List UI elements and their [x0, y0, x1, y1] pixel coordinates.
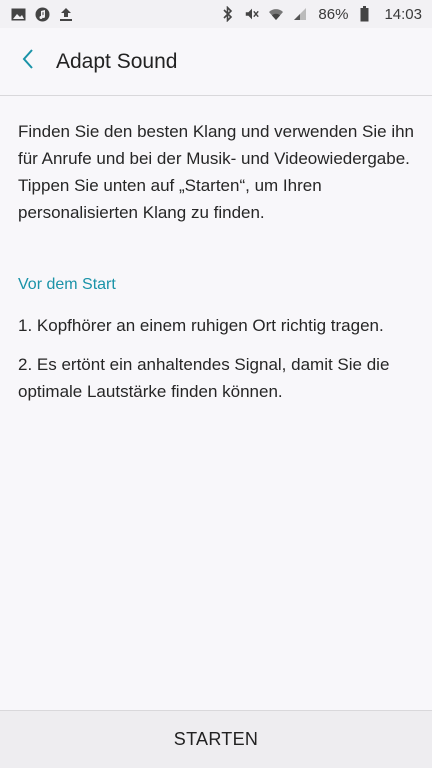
app-bar: Adapt Sound	[0, 28, 432, 96]
battery-icon	[356, 6, 372, 22]
upload-icon	[58, 6, 74, 22]
clock: 14:03	[384, 5, 422, 23]
bluetooth-icon	[220, 6, 236, 22]
status-bar: 86% 14:03	[0, 0, 432, 28]
status-right-icons: 86% 14:03	[220, 6, 422, 23]
back-button[interactable]	[16, 44, 40, 80]
chevron-left-icon	[21, 48, 35, 75]
signal-icon	[292, 6, 308, 22]
main-content: Finden Sie den besten Klang und verwende…	[0, 96, 432, 405]
start-button[interactable]: STARTEN	[174, 729, 258, 750]
step-item: 2. Es ertönt ein anhaltendes Signal, dam…	[18, 355, 390, 401]
step-item: 1. Kopfhörer an einem ruhigen Ort richti…	[18, 316, 384, 335]
page-title: Adapt Sound	[56, 49, 178, 73]
battery-percentage: 86%	[318, 5, 349, 23]
status-left-icons	[10, 6, 74, 22]
music-icon	[34, 6, 50, 22]
wifi-icon	[268, 6, 284, 22]
intro-text: Finden Sie den besten Klang und verwende…	[18, 122, 415, 222]
gallery-icon	[10, 6, 26, 22]
bottom-bar: STARTEN	[0, 710, 432, 768]
mute-icon	[244, 6, 260, 22]
section-title: Vor dem Start	[18, 276, 116, 293]
